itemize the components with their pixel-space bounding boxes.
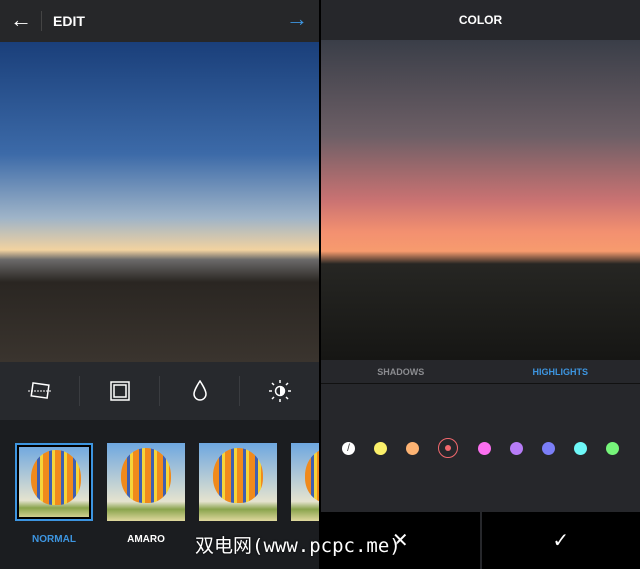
swatch-green[interactable] (606, 441, 619, 455)
photo-preview (0, 42, 319, 362)
edit-panel: ← EDIT → NORMAL AMARO (0, 0, 319, 569)
swatch-pink[interactable] (477, 441, 491, 455)
confirm-button[interactable]: ✓ (482, 512, 640, 569)
filter-thumb[interactable] (291, 443, 319, 521)
filter-thumb[interactable] (199, 443, 277, 521)
tab-shadows[interactable]: SHADOWS (321, 360, 481, 383)
filter-label: AMARO (127, 534, 165, 545)
tone-tabs: SHADOWS HIGHLIGHTS (321, 360, 640, 384)
drop-icon[interactable] (160, 376, 240, 406)
color-panel: COLOR SHADOWS HIGHLIGHTS / ✕ ✓ (321, 0, 640, 569)
brightness-icon[interactable] (240, 376, 319, 406)
filter-thumb-amaro[interactable] (107, 443, 185, 521)
panel-title: COLOR (321, 0, 640, 40)
filter-label: NORMAL (32, 534, 76, 545)
arrow-right-icon[interactable]: → (286, 6, 308, 32)
adjust-icon[interactable] (0, 376, 80, 406)
tab-highlights[interactable]: HIGHLIGHTS (481, 360, 640, 383)
swatch-orange[interactable] (406, 441, 420, 455)
swatch-blue[interactable] (541, 441, 555, 455)
divider (41, 11, 42, 31)
swatch-none[interactable]: / (342, 441, 355, 455)
photo-preview (321, 40, 640, 360)
swatch-red-selected[interactable] (438, 438, 459, 458)
swatch-cyan[interactable] (573, 441, 587, 455)
page-title: EDIT (53, 13, 85, 29)
color-swatches: / (321, 384, 640, 512)
arrow-left-icon[interactable]: ← (10, 7, 32, 33)
swatch-yellow[interactable] (374, 441, 388, 455)
edit-header: ← EDIT → (0, 0, 319, 42)
filter-thumb-normal[interactable] (15, 443, 93, 521)
tool-bar (0, 362, 319, 420)
swatch-purple[interactable] (509, 441, 523, 455)
watermark: 双电网(www.pcpc.me) (195, 535, 401, 557)
border-icon[interactable] (80, 376, 160, 406)
